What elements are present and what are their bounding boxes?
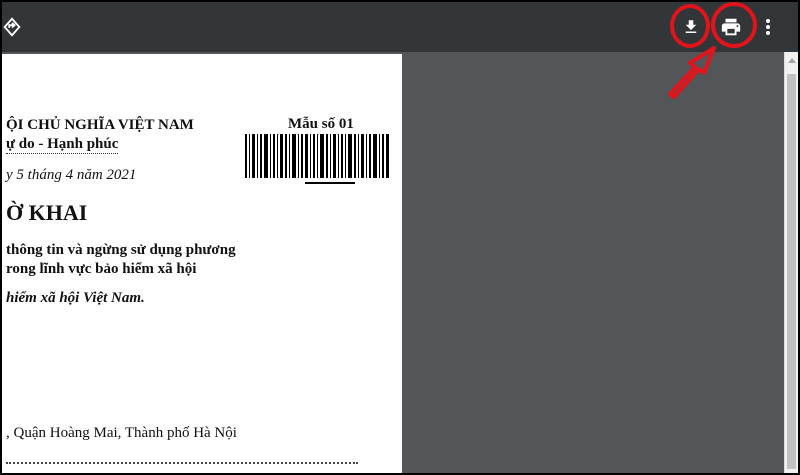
pdf-viewer-window: ỘI CHỦ NGHĨA VIỆT NAM ự do - Hạnh phúc M… [2, 2, 798, 473]
subtitle-line-2: rong lĩnh vực bảo hiểm xã hội [6, 261, 197, 277]
document-viewport[interactable]: ỘI CHỦ NGHĨA VIỆT NAM ự do - Hạnh phúc M… [2, 52, 798, 473]
print-icon [721, 18, 741, 36]
rotate-icon [3, 17, 21, 37]
form-code: Mẫu số 01 [288, 116, 354, 132]
national-title-line: ỘI CHỦ NGHĨA VIỆT NAM [6, 117, 194, 133]
rotate-button[interactable] [2, 7, 32, 47]
document-title: Ờ KHAI [6, 200, 88, 225]
scroll-up-arrow-icon[interactable] [788, 58, 796, 63]
download-icon [685, 20, 697, 33]
more-options-button[interactable] [748, 7, 788, 47]
date-line: y 5 tháng 4 năm 2021 [6, 167, 137, 183]
barcode-image [245, 134, 389, 184]
scrollbar-thumb[interactable] [787, 74, 796, 469]
print-button[interactable] [711, 7, 751, 47]
address-line: , Quận Hoàng Mai, Thành phố Hà Nội [6, 425, 237, 441]
subtitle-line-1: thông tin và ngừng sử dụng phương [6, 242, 236, 258]
dotted-fill-line [6, 462, 358, 464]
recipient-line: hiểm xã hội Việt Nam. [6, 290, 145, 306]
annotation-arrow-icon [668, 46, 716, 99]
vertical-scrollbar[interactable] [784, 52, 798, 473]
more-vert-icon [766, 19, 770, 35]
pdf-page: ỘI CHỦ NGHĨA VIỆT NAM ự do - Hạnh phúc M… [2, 54, 402, 473]
motto-line: ự do - Hạnh phúc [6, 136, 119, 154]
download-button[interactable] [671, 7, 711, 47]
